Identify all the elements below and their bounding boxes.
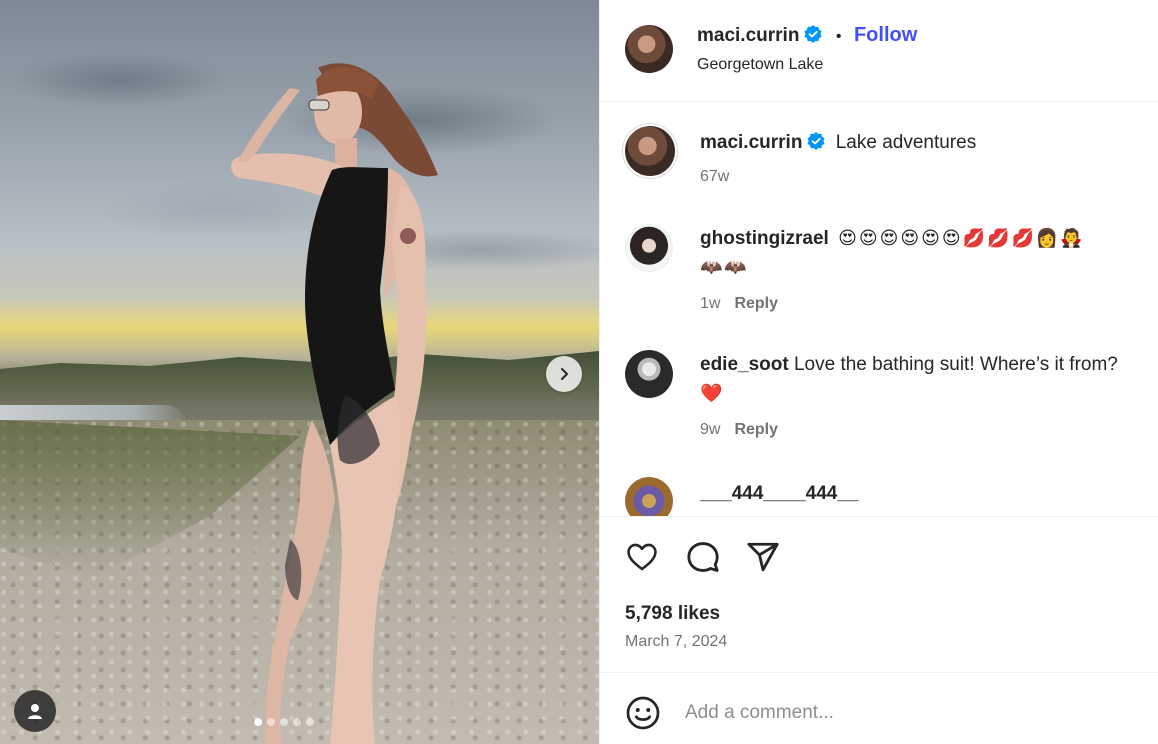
follow-button[interactable]: Follow bbox=[854, 24, 917, 46]
heart-icon bbox=[627, 543, 657, 571]
caption-username[interactable]: maci.currin bbox=[700, 132, 802, 153]
carousel-dot bbox=[254, 718, 262, 726]
user-tag-icon bbox=[28, 704, 42, 719]
commenter-avatar[interactable] bbox=[625, 350, 673, 398]
chevron-right-icon bbox=[561, 368, 568, 380]
author-username[interactable]: maci.currin bbox=[697, 25, 799, 46]
caption-avatar[interactable] bbox=[625, 126, 675, 176]
caption-text: Lake adventures bbox=[835, 132, 977, 153]
commenter-avatar[interactable] bbox=[625, 477, 673, 516]
paper-plane-icon bbox=[747, 542, 779, 572]
comment-text-line2: ❤️ bbox=[700, 383, 725, 404]
carousel-dot bbox=[293, 718, 301, 726]
commenter-username[interactable]: edie_soot bbox=[700, 354, 789, 375]
verified-badge-icon bbox=[804, 25, 823, 43]
like-button[interactable] bbox=[624, 539, 660, 575]
comment-age[interactable]: 9w bbox=[700, 421, 720, 438]
comment-button[interactable] bbox=[685, 539, 721, 575]
likes-count[interactable]: 5,798 likes bbox=[625, 603, 720, 625]
header-separator: • bbox=[835, 28, 842, 45]
emoji-picker-button[interactable] bbox=[625, 695, 661, 731]
carousel-dot bbox=[267, 718, 275, 726]
user-tag-button[interactable] bbox=[14, 690, 56, 732]
carousel-dot bbox=[280, 718, 288, 726]
next-slide-button[interactable] bbox=[546, 356, 582, 392]
reply-button[interactable]: Reply bbox=[734, 421, 778, 438]
carousel-dots bbox=[254, 718, 314, 726]
person-figure bbox=[231, 63, 438, 744]
comment-bubble-icon bbox=[687, 542, 719, 572]
caption-age[interactable]: 67w bbox=[700, 168, 729, 186]
reply-button[interactable]: Reply bbox=[734, 295, 778, 312]
verified-badge-icon bbox=[807, 132, 826, 150]
comments-list[interactable]: maci.currin Lake adventures 67w ghosting… bbox=[600, 102, 1158, 516]
commenter-avatar[interactable] bbox=[625, 224, 673, 272]
post-date[interactable]: March 7, 2024 bbox=[625, 633, 727, 651]
post-location[interactable]: Georgetown Lake bbox=[697, 56, 823, 74]
commenter-username[interactable]: ___444____444__ bbox=[700, 483, 859, 504]
comment-input[interactable] bbox=[685, 695, 1125, 731]
comment-composer bbox=[600, 673, 1158, 744]
comment-age[interactable]: 1w bbox=[700, 295, 720, 312]
post-photo[interactable] bbox=[0, 0, 599, 744]
share-button[interactable] bbox=[745, 539, 781, 575]
comment-text: Love the bathing suit! Where’s it from? bbox=[793, 354, 1118, 375]
comment-text-line2: 🦇🦇 bbox=[700, 257, 749, 278]
post-side-panel: maci.currin • Follow Georgetown Lake mac… bbox=[599, 0, 1158, 744]
post-header: maci.currin • Follow Georgetown Lake bbox=[600, 0, 1158, 102]
author-avatar[interactable] bbox=[625, 25, 673, 73]
commenter-username[interactable]: ghostingizrael bbox=[700, 228, 829, 249]
smiley-icon bbox=[626, 696, 660, 730]
comment-text: 😍😍😍😍😍😍💋💋💋👩🧛 bbox=[838, 228, 1085, 249]
post-actions: 5,798 likes March 7, 2024 bbox=[600, 516, 1158, 673]
carousel-dot bbox=[306, 718, 314, 726]
